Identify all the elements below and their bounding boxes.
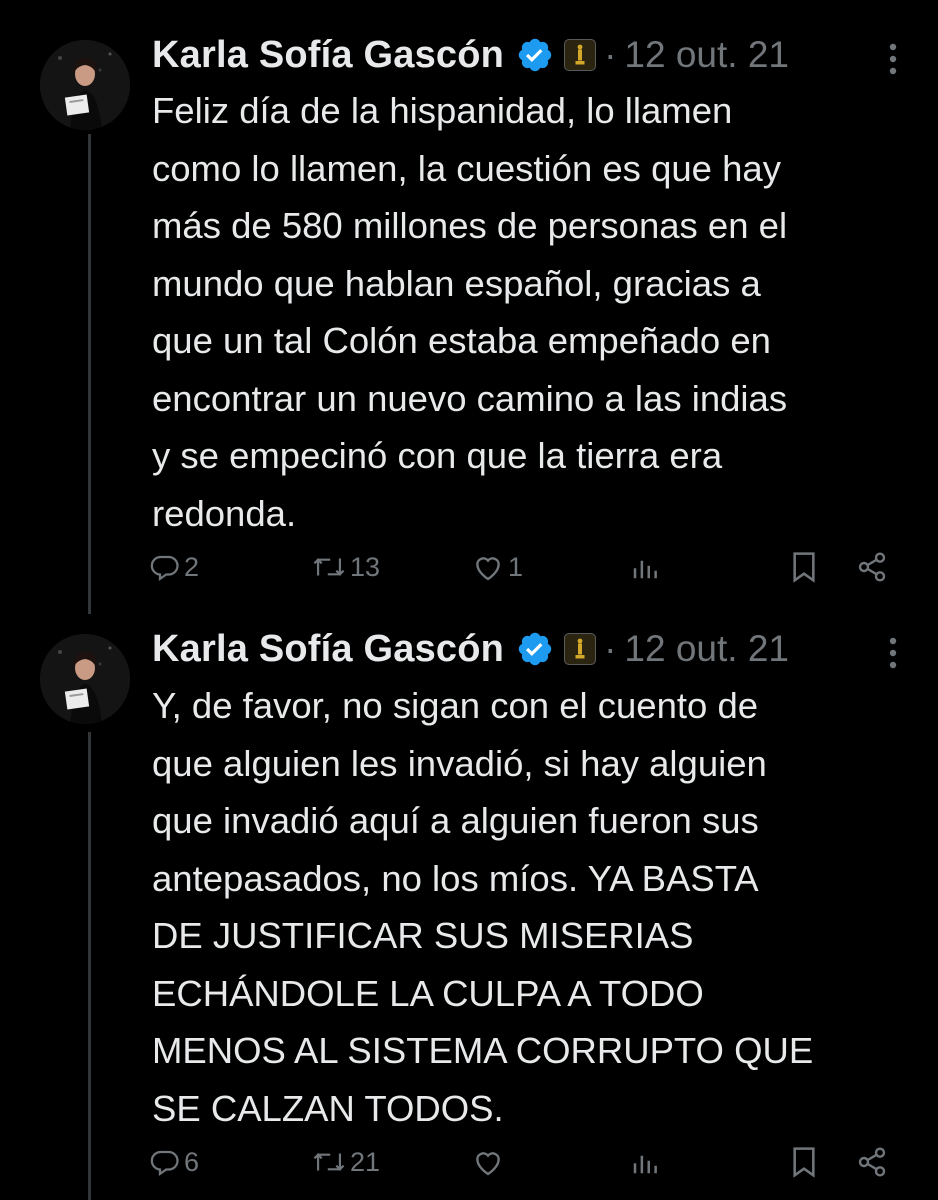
heart-icon bbox=[476, 557, 500, 581]
oscar-statuette-icon[interactable] bbox=[564, 39, 597, 71]
more-vertical-icon[interactable] bbox=[888, 636, 898, 670]
tweet-date[interactable]: 12 out. 21 bbox=[624, 628, 789, 670]
share-icon bbox=[858, 1147, 886, 1177]
tweet-2[interactable]: Karla Sofía Gascón · 12 out. 21 Y, de fa… bbox=[0, 612, 938, 1200]
reply-count: 2 bbox=[184, 551, 200, 582]
tweet-1[interactable]: Karla Sofía Gascón · 12 out. 21 Feliz dí… bbox=[0, 0, 938, 612]
like-button[interactable]: 1 bbox=[472, 545, 523, 589]
share-button[interactable] bbox=[856, 1140, 888, 1184]
retweet-count: 21 bbox=[350, 1146, 381, 1177]
views-button[interactable] bbox=[630, 545, 660, 589]
bookmark-button[interactable] bbox=[790, 1140, 818, 1184]
retweet-count: 13 bbox=[350, 551, 381, 582]
views-button[interactable] bbox=[630, 1140, 660, 1184]
author-name[interactable]: Karla Sofía Gascón bbox=[152, 628, 504, 671]
retweet-button[interactable]: 21 bbox=[312, 1140, 380, 1184]
tweet-text: Y, de favor, no sigan con el cuento de q… bbox=[152, 685, 814, 1129]
bookmark-icon bbox=[793, 1147, 815, 1178]
heart-icon bbox=[476, 1152, 500, 1176]
tweet-header: Karla Sofía Gascón · 12 out. 21 bbox=[152, 624, 789, 674]
bookmark-button[interactable] bbox=[790, 545, 818, 589]
more-vertical-icon[interactable] bbox=[888, 42, 898, 76]
reply-icon bbox=[150, 1150, 179, 1177]
verified-badge-icon bbox=[518, 38, 552, 72]
reply-count: 6 bbox=[184, 1146, 200, 1177]
tweet-actions: 6 21 bbox=[150, 1140, 898, 1184]
share-button[interactable] bbox=[856, 545, 888, 589]
tweet-header: Karla Sofía Gascón · 12 out. 21 bbox=[152, 30, 789, 80]
separator-dot: · bbox=[604, 628, 617, 669]
share-icon bbox=[858, 552, 886, 582]
verified-badge-icon bbox=[518, 632, 552, 666]
tweet-text: Feliz día de la hispanidad, lo llamen co… bbox=[152, 90, 788, 534]
like-count: 1 bbox=[508, 551, 524, 582]
separator-dot: · bbox=[604, 34, 617, 75]
views-icon bbox=[633, 1155, 657, 1174]
avatar[interactable] bbox=[40, 634, 130, 724]
views-icon bbox=[633, 560, 657, 579]
tweet-date[interactable]: 12 out. 21 bbox=[624, 34, 789, 76]
retweet-icon bbox=[313, 1153, 345, 1171]
tweet-actions: 2 13 1 bbox=[150, 545, 898, 589]
oscar-statuette-icon[interactable] bbox=[564, 633, 597, 665]
retweet-button[interactable]: 13 bbox=[312, 545, 380, 589]
like-button[interactable] bbox=[472, 1140, 508, 1184]
author-name[interactable]: Karla Sofía Gascón bbox=[152, 34, 504, 77]
bookmark-icon bbox=[793, 552, 815, 583]
reply-button[interactable]: 2 bbox=[150, 545, 199, 589]
avatar[interactable] bbox=[40, 40, 130, 130]
reply-icon bbox=[150, 555, 179, 582]
retweet-icon bbox=[313, 558, 345, 576]
reply-button[interactable]: 6 bbox=[150, 1140, 199, 1184]
